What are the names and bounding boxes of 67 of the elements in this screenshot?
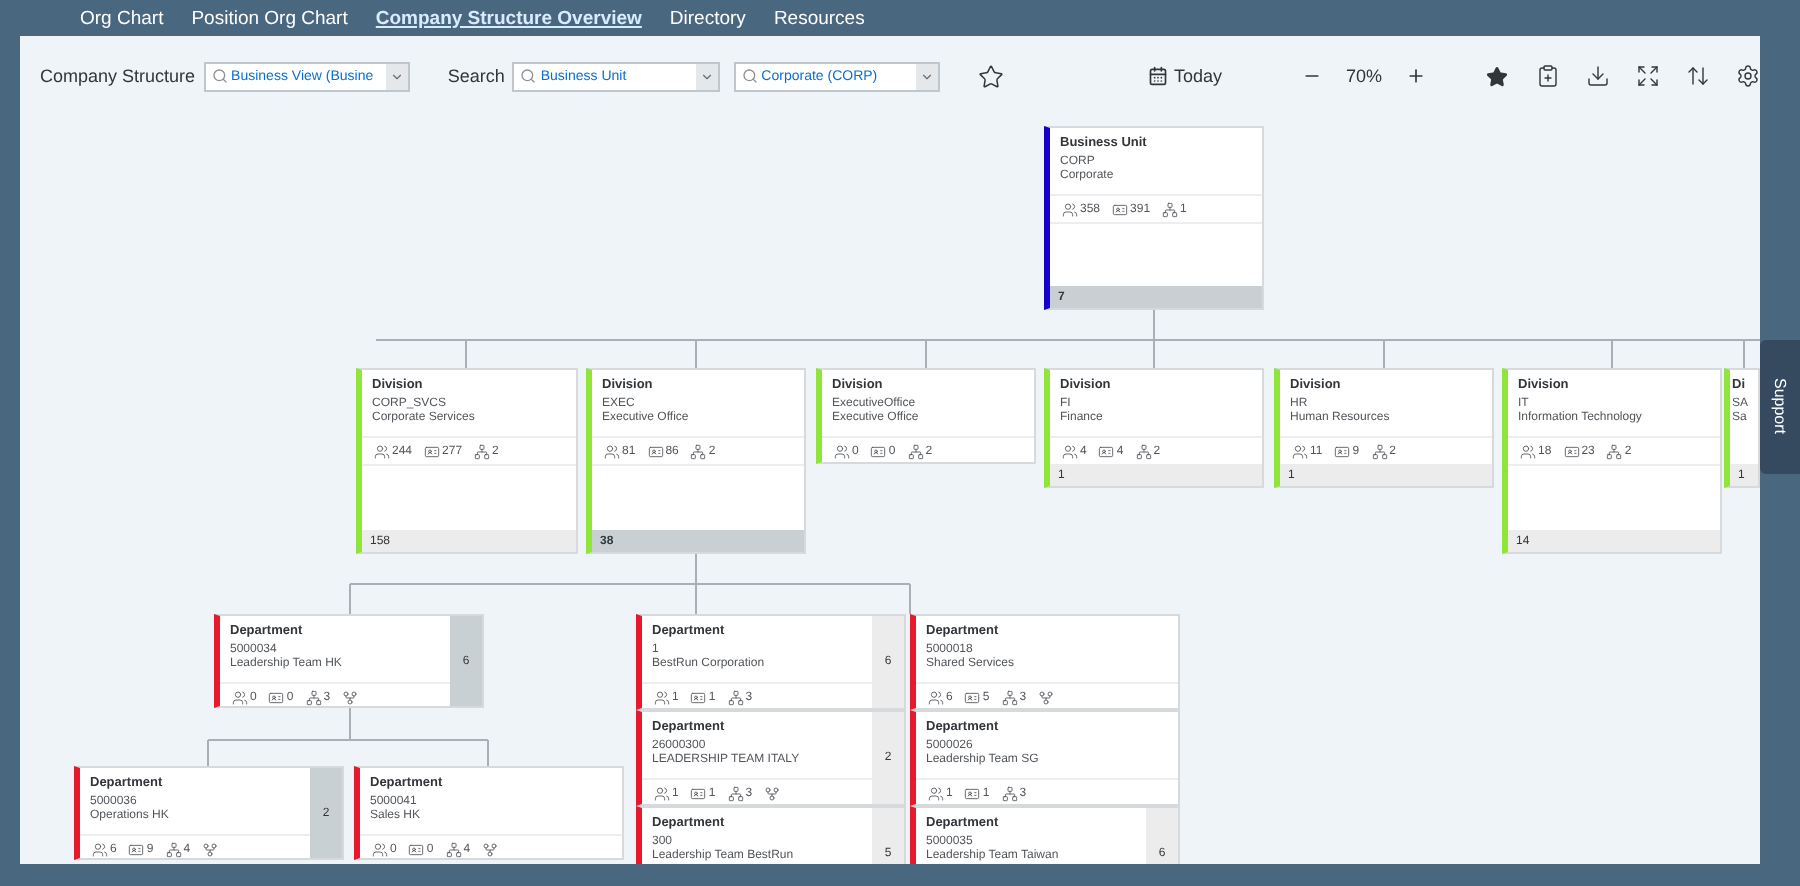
people-icon	[92, 841, 108, 857]
nav-tab[interactable]: Company Structure Overview	[375, 7, 642, 29]
id-card-icon	[128, 841, 145, 857]
id-card-icon	[1334, 443, 1351, 459]
network-icon	[727, 689, 744, 705]
people-icon	[1520, 443, 1536, 459]
people-icon	[604, 443, 620, 459]
calendar-icon	[1147, 66, 1168, 86]
clipboard-icon[interactable]	[1536, 64, 1561, 88]
network-icon	[907, 443, 924, 459]
star-icon[interactable]	[977, 63, 1004, 89]
network-icon	[1162, 201, 1179, 217]
nav-tab[interactable]: Directory	[669, 7, 746, 29]
network-icon	[1135, 443, 1152, 459]
people-icon	[1292, 443, 1308, 459]
people-icon	[232, 689, 248, 705]
network-icon	[1001, 785, 1018, 801]
id-card-icon	[964, 689, 981, 705]
network-icon	[165, 841, 182, 857]
search-icon	[741, 68, 758, 84]
id-card-icon	[647, 443, 664, 459]
id-card-icon	[1563, 443, 1580, 459]
network-icon	[445, 841, 462, 857]
nav-tab[interactable]: Org Chart	[80, 7, 164, 29]
id-card-icon	[690, 785, 707, 801]
network-icon	[1606, 443, 1623, 459]
id-card-icon	[1098, 443, 1115, 459]
network-icon	[474, 443, 491, 459]
zoom-level: 70%	[1346, 66, 1383, 86]
zoom-in-icon[interactable]	[1406, 66, 1427, 86]
support-tab[interactable]: Support	[1760, 340, 1800, 474]
id-card-icon	[268, 689, 285, 705]
network-icon	[1371, 443, 1388, 459]
id-card-icon	[424, 443, 441, 459]
network-icon	[727, 785, 744, 801]
people-icon	[928, 785, 944, 801]
id-card-icon	[1112, 201, 1129, 217]
people-icon	[654, 689, 670, 705]
caret-icon	[699, 69, 714, 83]
today-button[interactable]: Today	[1147, 66, 1222, 86]
people-icon	[1062, 201, 1078, 217]
people-icon	[1062, 443, 1078, 459]
search-icon	[520, 68, 537, 84]
people-icon	[374, 443, 390, 459]
people-icon	[372, 841, 388, 857]
id-card-icon	[690, 689, 707, 705]
people-icon	[654, 785, 670, 801]
people-icon	[834, 443, 850, 459]
network-icon	[305, 689, 322, 705]
search-icon	[211, 68, 228, 84]
settings-icon[interactable]	[1736, 64, 1761, 88]
nav-tab[interactable]: Position Org Chart	[191, 7, 348, 29]
sort-icon[interactable]	[1686, 64, 1711, 88]
id-card-icon	[870, 443, 887, 459]
star-icon[interactable]	[1486, 65, 1509, 87]
id-card-icon	[964, 785, 981, 801]
download-icon[interactable]	[1586, 64, 1611, 88]
caret-icon	[389, 69, 404, 83]
network-icon	[1001, 689, 1018, 705]
fullscreen-icon[interactable]	[1636, 64, 1661, 88]
caret-icon	[919, 69, 934, 83]
id-card-icon	[408, 841, 425, 857]
search-label: Search	[447, 66, 505, 86]
people-icon	[928, 689, 944, 705]
structure-label: Company Structure	[40, 66, 196, 86]
network-icon	[690, 443, 707, 459]
nav-tab[interactable]: Resources	[773, 7, 865, 29]
